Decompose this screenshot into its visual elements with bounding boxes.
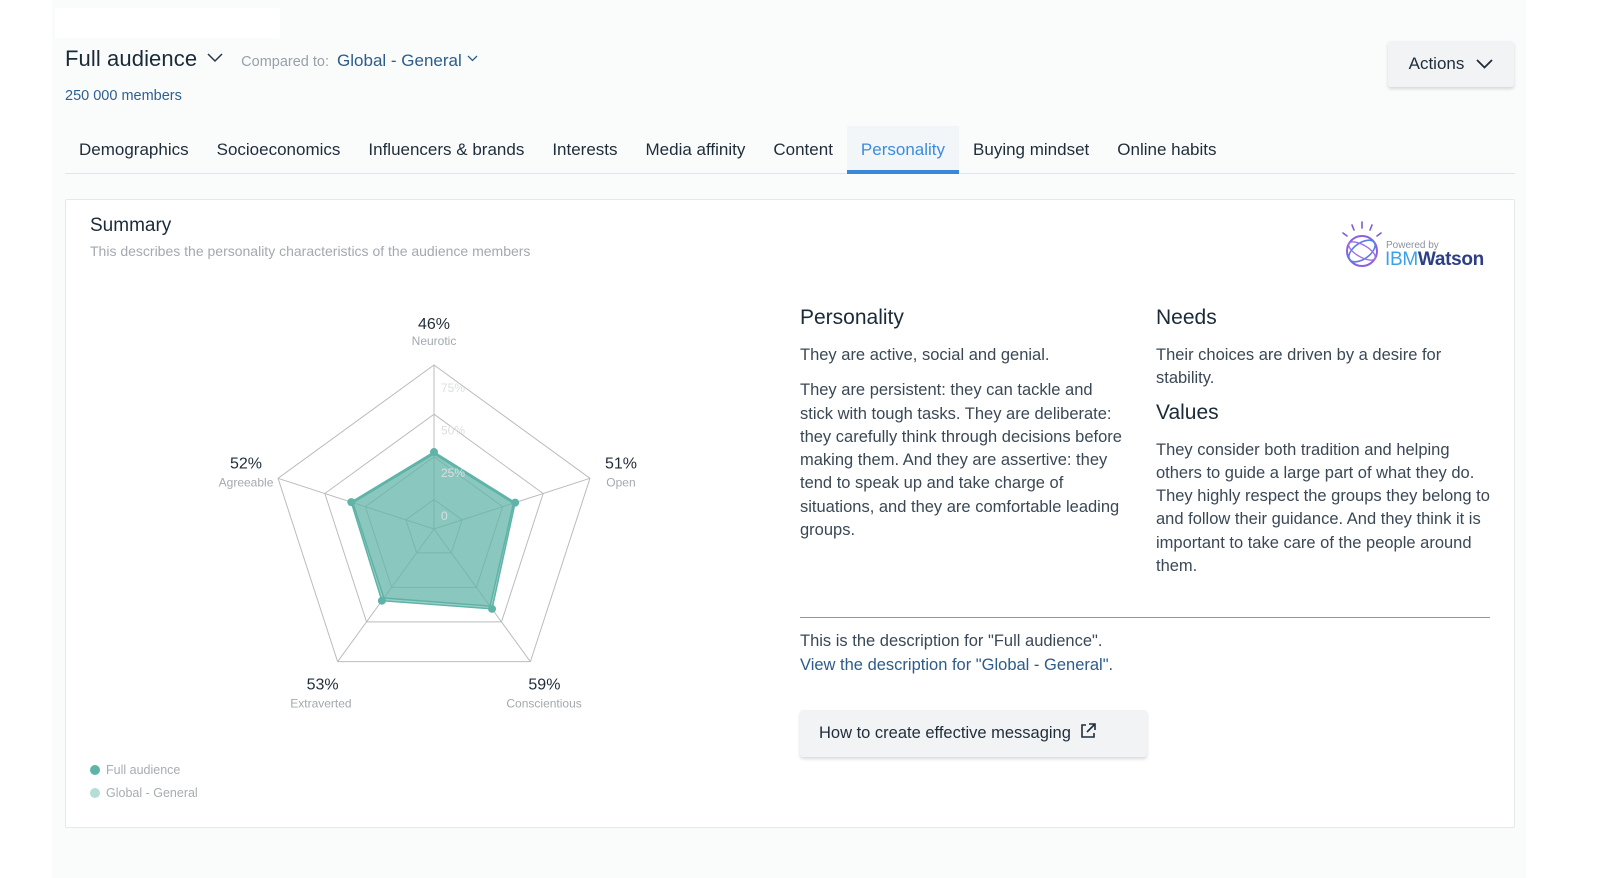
chevron-down-icon[interactable] [467, 49, 478, 67]
radar-value-label: 52% [230, 455, 262, 472]
radar-data-point [511, 498, 520, 507]
actions-button[interactable]: Actions [1388, 41, 1514, 87]
radar-ring-label: 0 [441, 509, 448, 523]
effective-messaging-button[interactable]: How to create effective messaging [800, 710, 1147, 757]
personality-paragraph: They are active, social and genial. [800, 346, 1050, 364]
radar-axis-label: Neurotic [412, 334, 457, 348]
watson-wordmark: IBMWatson [1385, 249, 1484, 270]
radar-data-point [377, 596, 386, 605]
tab-online-habits[interactable]: Online habits [1103, 126, 1230, 173]
audience-header: Full audience Compared to: Global - Gene… [65, 46, 478, 72]
radar-axis-label: Extraverted [290, 697, 351, 711]
section-tabs: Demographics Socioeconomics Influencers & … [65, 126, 1515, 174]
legend-swatch [90, 764, 100, 775]
personality-radar-chart: 0 25% 50% 75% 46%Neurotic 51% Open 59% Conscient… [219, 316, 637, 711]
legend-swatch [90, 787, 100, 798]
needs-text: Their choices are driven by a desire for… [1156, 346, 1442, 388]
external-link-icon [1079, 722, 1097, 745]
chevron-down-icon [1476, 54, 1494, 74]
radar-value-label: 59% [528, 677, 560, 694]
legend-item[interactable]: Full audience [90, 758, 198, 781]
legend-label: Global - General [106, 785, 198, 800]
legend-label: Full audience [106, 762, 181, 777]
radar-value-label: 53% [307, 677, 339, 694]
personality-title: Personality [800, 306, 904, 329]
values-text: They consider both tradition and helping… [1156, 440, 1490, 576]
audience-selector[interactable]: Full audience [65, 46, 197, 72]
radar-ring-label: 50% [441, 424, 465, 438]
needs-title: Needs [1156, 306, 1217, 329]
radar-ring-label: 75% [441, 381, 465, 395]
chevron-down-icon[interactable] [207, 50, 223, 68]
divider [800, 617, 1490, 618]
tab-buying-mindset[interactable]: Buying mindset [959, 126, 1103, 173]
legend-item[interactable]: Global - General [90, 781, 198, 804]
radar-data-point [347, 498, 356, 507]
compared-to-label: Compared to: [241, 54, 330, 70]
tab-media-affinity[interactable]: Media affinity [632, 126, 760, 173]
effective-messaging-label: How to create effective messaging [819, 724, 1071, 742]
personality-paragraph: They are persistent: they can tackle and… [800, 381, 1122, 540]
tab-demographics[interactable]: Demographics [65, 126, 203, 173]
radar-data-point [430, 448, 438, 457]
personality-section: Personality They are active, social and … [800, 306, 1130, 554]
values-title: Values [1156, 400, 1219, 424]
radar-ring-label: 25% [441, 466, 465, 480]
tab-socioeconomics[interactable]: Socioeconomics [203, 126, 355, 173]
radar-data-point [488, 604, 497, 613]
summary-card: Summary This describes the personality c… [65, 199, 1515, 828]
radar-series-area [350, 451, 516, 610]
radar-axis-label: Open [606, 475, 635, 489]
members-count: 250 000 members [65, 88, 182, 104]
needs-values-section: Needs Their choices are driven by a desi… [1156, 306, 1496, 590]
tab-influencers-brands[interactable]: Influencers & brands [354, 126, 538, 173]
view-global-description-link[interactable]: View the description for "Global - Gener… [800, 656, 1113, 675]
actions-label: Actions [1408, 54, 1465, 73]
radar-value-label: 51% [605, 455, 637, 472]
top-strip [55, 8, 280, 38]
description-note: This is the description for "Full audien… [800, 632, 1103, 650]
tab-content[interactable]: Content [759, 126, 847, 173]
radar-value-label: 46% [418, 316, 450, 333]
watson-globe-icon [1342, 221, 1382, 267]
chart-legend: Full audience Global - General [90, 758, 198, 804]
tab-interests[interactable]: Interests [538, 126, 631, 173]
ibm-watson-logo: Powered by IBMWatson [1334, 218, 1494, 273]
tab-personality[interactable]: Personality [846, 126, 960, 174]
compared-to-selector[interactable]: Global - General [337, 51, 462, 71]
radar-axis-label: Agreeable [219, 475, 274, 489]
radar-axis-label: Conscientious [506, 697, 581, 711]
